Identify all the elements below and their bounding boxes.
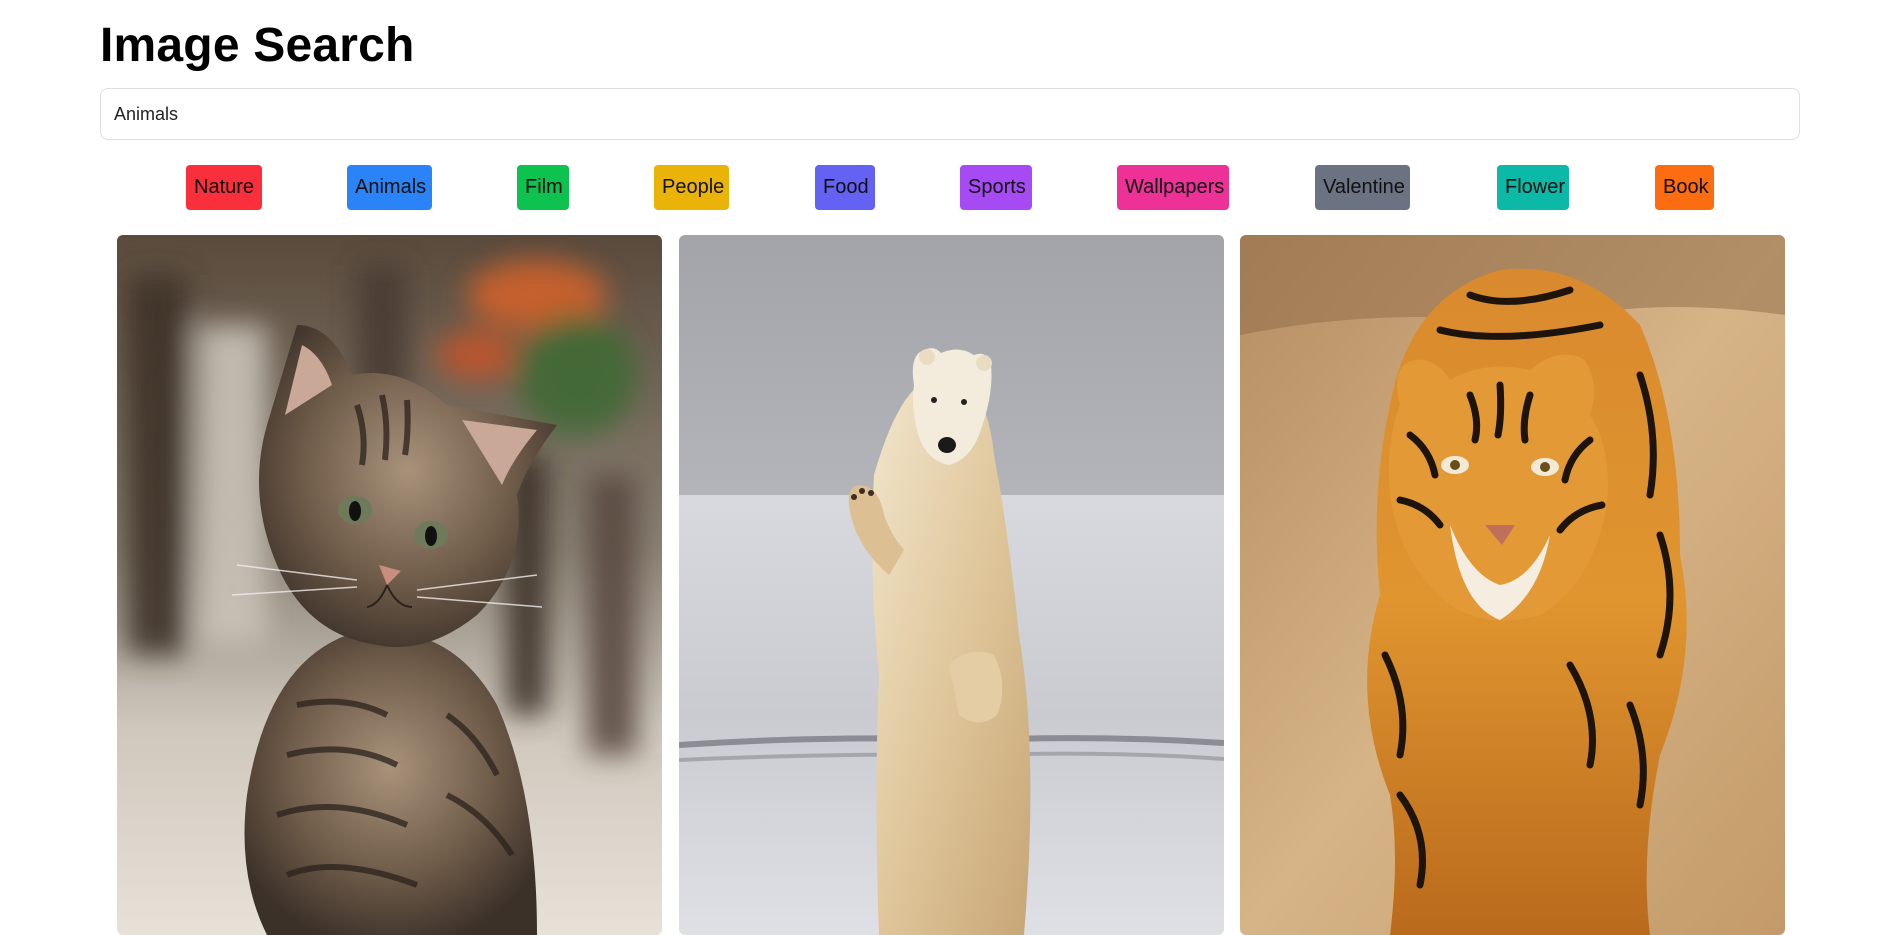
page: Image Search Nature Animals Film People … (0, 0, 1892, 935)
search-input[interactable] (100, 88, 1800, 140)
category-valentine-button[interactable]: Valentine (1315, 165, 1410, 210)
category-animals-button[interactable]: Animals (347, 165, 432, 210)
image-card-polar-bear[interactable]: polar-bear-photo (679, 235, 1224, 935)
category-people-button[interactable]: People (654, 165, 729, 210)
category-sports-button[interactable]: Sports (960, 165, 1032, 210)
page-title: Image Search (100, 19, 415, 72)
category-wallpapers-button[interactable]: Wallpapers (1117, 165, 1229, 210)
category-film-button[interactable]: Film (517, 165, 569, 210)
kitten-image (117, 235, 662, 935)
category-nature-button[interactable]: Nature (186, 165, 262, 210)
image-card-tiger[interactable]: tiger-photo (1240, 235, 1785, 935)
tiger-image (1240, 235, 1785, 935)
category-food-button[interactable]: Food (815, 165, 875, 210)
category-flower-button[interactable]: Flower (1497, 165, 1569, 210)
category-book-button[interactable]: Book (1655, 165, 1714, 210)
polar-bear-image (679, 235, 1224, 935)
image-card-kitten[interactable]: kitten-photo (117, 235, 662, 935)
image-results-grid: kitten-photo (0, 235, 1892, 935)
category-buttons: Nature Animals Film People Food Sports W… (0, 165, 1892, 211)
